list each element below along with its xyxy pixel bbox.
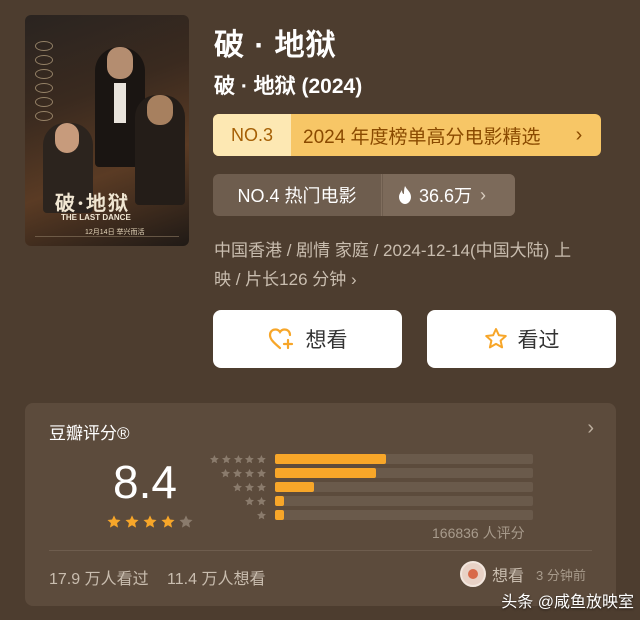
row-stars — [209, 454, 267, 465]
star-icon — [233, 482, 242, 491]
divider — [381, 174, 382, 216]
star-icon — [125, 515, 139, 528]
want-count: 11.4 万人想看 — [167, 571, 266, 588]
star-icon — [257, 482, 266, 491]
star-outline-icon — [484, 328, 507, 349]
chevron-right-icon: › — [575, 124, 583, 146]
star-icon — [143, 515, 157, 528]
watch-stats: 17.9 万人看过 11.4 万人想看 — [49, 565, 265, 589]
movie-poster[interactable]: 破·地狱 THE LAST DANCE 12月14日 举兴而活 — [25, 15, 189, 246]
star-icon — [233, 454, 243, 463]
rating-distribution — [209, 454, 539, 524]
star-icon — [257, 454, 267, 463]
distribution-bar — [275, 482, 314, 492]
poster-title-art: 破·地狱 — [55, 191, 130, 215]
poster-credits-bar — [35, 236, 179, 240]
hot-ranking-banner[interactable]: NO.4 热门电影 36.6万 › — [213, 174, 515, 216]
distribution-track — [275, 454, 533, 464]
chevron-right-icon: › — [480, 184, 487, 205]
rank-number: NO.3 — [213, 114, 291, 156]
meta-line: 中国香港 / 剧情 家庭 / 2024-12-14(中国大陆) 上 — [214, 241, 572, 260]
star-icon — [245, 496, 254, 505]
star-icon — [107, 515, 121, 528]
distribution-row — [209, 510, 533, 521]
heat-indicator[interactable]: 36.6万 › — [383, 174, 515, 216]
star-icon — [257, 510, 266, 519]
distribution-row — [209, 468, 533, 479]
rank-label: 2024 年度榜单高分电影精选 — [303, 126, 541, 148]
heart-plus-icon — [268, 328, 293, 350]
want-to-watch-button[interactable]: 想看 — [213, 310, 402, 368]
rating-count: 166836 人评分 — [432, 525, 525, 541]
distribution-bar — [275, 510, 285, 520]
rating-header: 豆瓣评分® — [49, 424, 130, 443]
activity-action: 想看 — [492, 568, 525, 585]
friend-activity[interactable]: 想看 3 分钟前 — [460, 561, 586, 587]
distribution-track — [275, 496, 533, 506]
seen-button[interactable]: 看过 — [427, 310, 616, 368]
star-icon — [161, 515, 175, 528]
star-icon — [257, 496, 266, 505]
row-stars — [209, 510, 267, 521]
star-icon — [179, 515, 193, 528]
movie-meta[interactable]: 中国香港 / 剧情 家庭 / 2024-12-14(中国大陆) 上 映 / 片长… — [214, 236, 614, 294]
row-stars — [209, 468, 267, 479]
distribution-row — [209, 482, 533, 493]
watermark: 头条 @咸鱼放映室 — [501, 594, 634, 611]
flame-icon — [399, 186, 411, 204]
rating-card[interactable]: 豆瓣评分® › 8.4 166836 人评分 17.9 万人看过 11.4 万人… — [25, 403, 616, 606]
star-icon — [210, 454, 219, 463]
star-icon — [221, 454, 231, 463]
row-stars — [209, 482, 267, 493]
rating-score: 8.4 — [113, 456, 177, 508]
hot-rank-label: NO.4 热门电影 — [237, 186, 357, 206]
poster-title-en: THE LAST DANCE — [61, 213, 131, 222]
star-icon — [245, 454, 255, 463]
star-icon — [245, 482, 254, 491]
distribution-bar — [275, 496, 285, 506]
seen-count: 17.9 万人看过 — [49, 571, 149, 588]
avatar[interactable] — [460, 561, 486, 587]
meta-line: 映 / 片长126 分钟 — [214, 270, 347, 289]
score-stars — [106, 514, 194, 530]
movie-subtitle: 破 · 地狱 (2024) — [214, 75, 363, 98]
poster-figure — [135, 95, 185, 205]
distribution-row — [209, 454, 533, 465]
want-label: 想看 — [305, 329, 348, 352]
star-icon — [233, 468, 242, 477]
distribution-bar — [275, 454, 386, 464]
star-icon — [257, 468, 266, 477]
distribution-track — [275, 482, 533, 492]
distribution-bar — [275, 468, 376, 478]
activity-time: 3 分钟前 — [536, 567, 586, 583]
star-icon — [245, 468, 254, 477]
distribution-track — [275, 468, 533, 478]
row-stars — [209, 496, 267, 507]
seen-label: 看过 — [517, 329, 560, 352]
divider — [49, 550, 592, 551]
heat-value: 36.6万 — [419, 186, 473, 206]
chevron-right-icon: › — [587, 417, 594, 439]
star-icon — [221, 468, 230, 477]
ranking-banner[interactable]: NO.3 2024 年度榜单高分电影精选 › — [213, 114, 601, 156]
chevron-right-icon: › — [351, 270, 357, 289]
distribution-track — [275, 510, 533, 520]
distribution-row — [209, 496, 533, 507]
movie-title: 破 · 地狱 — [214, 29, 337, 62]
